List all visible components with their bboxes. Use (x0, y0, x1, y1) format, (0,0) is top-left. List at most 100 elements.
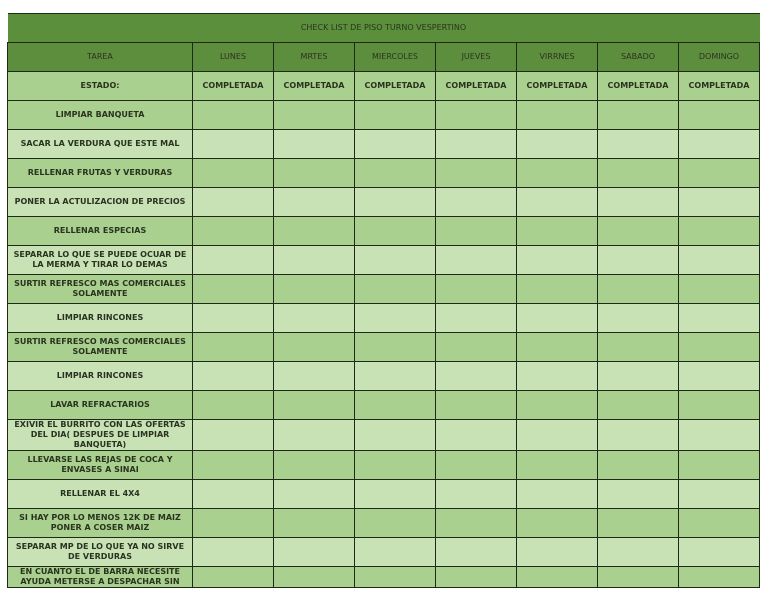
day-check-cell[interactable] (354, 129, 436, 159)
day-check-cell[interactable] (273, 361, 355, 391)
day-check-cell[interactable] (435, 361, 517, 391)
day-check-cell[interactable] (435, 537, 517, 567)
day-check-cell[interactable] (192, 450, 274, 480)
day-check-cell[interactable] (597, 537, 679, 567)
day-check-cell[interactable] (516, 332, 598, 362)
day-check-cell[interactable] (354, 419, 436, 451)
day-check-cell[interactable] (435, 450, 517, 480)
day-check-cell[interactable] (192, 332, 274, 362)
day-check-cell[interactable] (435, 245, 517, 275)
day-check-cell[interactable] (435, 274, 517, 304)
day-check-cell[interactable] (597, 390, 679, 420)
day-check-cell[interactable] (435, 303, 517, 333)
estado-cell[interactable]: COMPLETADA (597, 71, 679, 101)
day-check-cell[interactable] (516, 450, 598, 480)
day-check-cell[interactable] (273, 537, 355, 567)
day-check-cell[interactable] (516, 129, 598, 159)
day-check-cell[interactable] (516, 537, 598, 567)
day-check-cell[interactable] (354, 245, 436, 275)
day-check-cell[interactable] (435, 158, 517, 188)
estado-cell[interactable]: COMPLETADA (354, 71, 436, 101)
day-check-cell[interactable] (192, 537, 274, 567)
day-check-cell[interactable] (273, 187, 355, 217)
day-check-cell[interactable] (597, 479, 679, 509)
day-check-cell[interactable] (678, 479, 760, 509)
day-check-cell[interactable] (273, 100, 355, 130)
day-check-cell[interactable] (435, 100, 517, 130)
day-check-cell[interactable] (273, 508, 355, 538)
day-check-cell[interactable] (354, 216, 436, 246)
day-check-cell[interactable] (678, 303, 760, 333)
day-check-cell[interactable] (597, 100, 679, 130)
day-check-cell[interactable] (516, 274, 598, 304)
day-check-cell[interactable] (192, 566, 274, 588)
day-check-cell[interactable] (273, 158, 355, 188)
day-check-cell[interactable] (273, 419, 355, 451)
day-check-cell[interactable] (192, 216, 274, 246)
day-check-cell[interactable] (354, 361, 436, 391)
day-check-cell[interactable] (354, 100, 436, 130)
day-check-cell[interactable] (597, 566, 679, 588)
day-check-cell[interactable] (516, 187, 598, 217)
day-check-cell[interactable] (516, 100, 598, 130)
day-check-cell[interactable] (678, 245, 760, 275)
day-check-cell[interactable] (192, 129, 274, 159)
day-check-cell[interactable] (678, 419, 760, 451)
estado-cell[interactable]: COMPLETADA (192, 71, 274, 101)
day-check-cell[interactable] (435, 419, 517, 451)
day-check-cell[interactable] (273, 566, 355, 588)
day-check-cell[interactable] (678, 100, 760, 130)
day-check-cell[interactable] (597, 303, 679, 333)
day-check-cell[interactable] (435, 390, 517, 420)
day-check-cell[interactable] (192, 508, 274, 538)
estado-cell[interactable]: COMPLETADA (678, 71, 760, 101)
day-check-cell[interactable] (678, 508, 760, 538)
day-check-cell[interactable] (435, 332, 517, 362)
day-check-cell[interactable] (354, 187, 436, 217)
day-check-cell[interactable] (273, 274, 355, 304)
day-check-cell[interactable] (435, 216, 517, 246)
day-check-cell[interactable] (516, 390, 598, 420)
day-check-cell[interactable] (516, 216, 598, 246)
day-check-cell[interactable] (273, 303, 355, 333)
day-check-cell[interactable] (678, 158, 760, 188)
day-check-cell[interactable] (192, 390, 274, 420)
day-check-cell[interactable] (354, 274, 436, 304)
day-check-cell[interactable] (678, 332, 760, 362)
day-check-cell[interactable] (435, 566, 517, 588)
day-check-cell[interactable] (192, 245, 274, 275)
day-check-cell[interactable] (678, 129, 760, 159)
day-check-cell[interactable] (273, 479, 355, 509)
day-check-cell[interactable] (597, 419, 679, 451)
day-check-cell[interactable] (678, 566, 760, 588)
estado-cell[interactable]: COMPLETADA (273, 71, 355, 101)
day-check-cell[interactable] (597, 361, 679, 391)
estado-cell[interactable]: COMPLETADA (516, 71, 598, 101)
day-check-cell[interactable] (597, 245, 679, 275)
day-check-cell[interactable] (273, 216, 355, 246)
day-check-cell[interactable] (354, 566, 436, 588)
day-check-cell[interactable] (516, 245, 598, 275)
day-check-cell[interactable] (354, 158, 436, 188)
day-check-cell[interactable] (516, 419, 598, 451)
day-check-cell[interactable] (354, 537, 436, 567)
day-check-cell[interactable] (597, 129, 679, 159)
day-check-cell[interactable] (597, 274, 679, 304)
day-check-cell[interactable] (678, 361, 760, 391)
day-check-cell[interactable] (354, 303, 436, 333)
day-check-cell[interactable] (354, 450, 436, 480)
day-check-cell[interactable] (597, 187, 679, 217)
day-check-cell[interactable] (597, 508, 679, 538)
day-check-cell[interactable] (678, 187, 760, 217)
estado-cell[interactable]: COMPLETADA (435, 71, 517, 101)
day-check-cell[interactable] (597, 332, 679, 362)
day-check-cell[interactable] (354, 390, 436, 420)
day-check-cell[interactable] (273, 390, 355, 420)
day-check-cell[interactable] (678, 274, 760, 304)
day-check-cell[interactable] (192, 100, 274, 130)
day-check-cell[interactable] (516, 566, 598, 588)
day-check-cell[interactable] (597, 216, 679, 246)
day-check-cell[interactable] (354, 479, 436, 509)
day-check-cell[interactable] (597, 450, 679, 480)
day-check-cell[interactable] (192, 479, 274, 509)
